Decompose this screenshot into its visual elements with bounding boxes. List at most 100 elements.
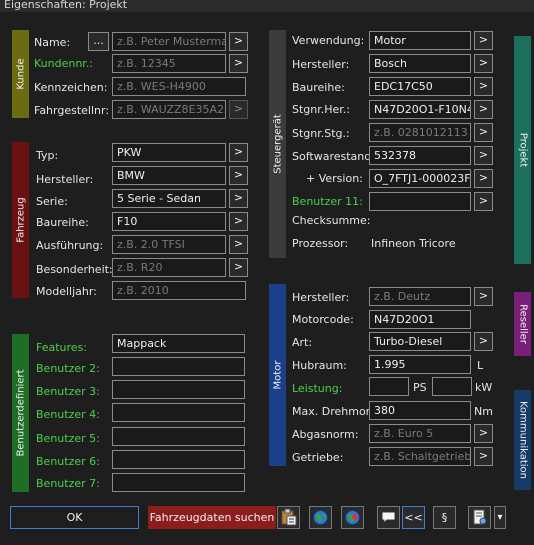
leistung-ps-field[interactable]	[369, 377, 409, 396]
speech-bubble-icon	[381, 511, 396, 525]
sg-baureihe-field[interactable]: EDC17C50	[369, 77, 471, 96]
section-motor-label: Motor	[272, 360, 283, 390]
section-motor: Motor	[269, 284, 286, 466]
hubraum-field[interactable]: 1.995	[369, 355, 471, 374]
sg-baureihe-label: Baureihe:	[292, 81, 345, 94]
benutzer3-field[interactable]	[112, 380, 245, 399]
softwarestand-field[interactable]: 532378	[369, 146, 471, 165]
stgnr-her-arrow-button[interactable]: >	[474, 100, 493, 119]
section-kunde: Kunde	[12, 30, 29, 118]
besonderheit-arrow-button[interactable]: >	[229, 258, 248, 277]
stgnr-stg-arrow-button[interactable]: >	[474, 123, 493, 142]
abgasnorm-field[interactable]: z.B. Euro 5	[369, 424, 471, 443]
name-dots-button[interactable]: ...	[88, 32, 109, 51]
kundennr-field[interactable]: z.B. 12345	[112, 54, 226, 73]
softwarestand-label: Softwarestand:	[292, 150, 375, 163]
benutzer4-field[interactable]	[112, 403, 245, 422]
section-benutzerdefiniert-label: Benutzerdefiniert	[15, 369, 26, 457]
section-projekt[interactable]: Projekt	[514, 36, 531, 264]
benutzer2-label: Benutzer 2:	[36, 362, 100, 375]
drehmom-field[interactable]: 380	[369, 401, 471, 420]
fahrgestellnr-field[interactable]: z.B. WAUZZ8E35A235	[112, 100, 226, 119]
name-arrow-button[interactable]: >	[229, 32, 248, 51]
motorcode-label: Motorcode:	[292, 313, 354, 326]
section-reseller-label: Reseller	[517, 304, 528, 344]
serie-arrow-button[interactable]: >	[229, 189, 248, 208]
fahrzeug-hersteller-label: Hersteller:	[36, 173, 94, 186]
typ-arrow-button[interactable]: >	[229, 143, 248, 162]
globe-upload-button[interactable]	[341, 506, 364, 529]
benutzer5-field[interactable]	[112, 427, 245, 446]
serie-field[interactable]: 5 Serie - Sedan	[112, 189, 226, 208]
fahrzeugdaten-suchen-button[interactable]: Fahrzeugdaten suchen	[148, 506, 276, 529]
stgnr-her-label: Stgnr.Her.:	[292, 103, 351, 116]
benutzer7-field[interactable]	[112, 473, 245, 492]
getriebe-field[interactable]: z.B. Schaltgetriebe	[369, 447, 471, 466]
stgnr-her-field[interactable]: N47D20O1-F10N47O	[369, 100, 471, 119]
abgasnorm-arrow-button[interactable]: >	[474, 424, 493, 443]
benutzer6-field[interactable]	[112, 450, 245, 469]
benutzer11-field[interactable]	[369, 192, 471, 211]
checksumme-label: Checksumme:	[292, 214, 371, 227]
features-field[interactable]: Mappack	[112, 334, 245, 353]
document-gear-icon	[473, 509, 487, 525]
document-settings-button[interactable]	[468, 506, 491, 529]
benutzer2-field[interactable]	[112, 357, 245, 376]
paragraph-button[interactable]: §	[433, 506, 456, 529]
besonderheit-label: Besonderheit:	[36, 263, 113, 276]
fahrzeug-baureihe-arrow-button[interactable]: >	[229, 212, 248, 231]
softwarestand-arrow-button[interactable]: >	[474, 146, 493, 165]
leistung-label: Leistung:	[292, 382, 343, 395]
kennzeichen-label: Kennzeichen:	[34, 81, 108, 94]
fahrgestellnr-label: Fahrgestellnr:	[34, 104, 110, 117]
name-field[interactable]: z.B. Peter Mustermann	[112, 32, 226, 51]
section-reseller[interactable]: Reseller	[514, 292, 531, 356]
benutzer11-arrow-button[interactable]: >	[474, 192, 493, 211]
motor-hersteller-field[interactable]: z.B. Deutz	[369, 287, 471, 306]
sg-hersteller-label: Hersteller:	[292, 58, 350, 71]
motor-hersteller-arrow-button[interactable]: >	[474, 287, 493, 306]
stgnr-stg-field[interactable]: z.B. 0281012113	[369, 123, 471, 142]
verwendung-field[interactable]: Motor	[369, 31, 471, 50]
typ-field[interactable]: PKW	[112, 143, 226, 162]
globe-search-button[interactable]	[309, 506, 332, 529]
fahrzeug-hersteller-field[interactable]: BMW	[112, 166, 226, 185]
version-arrow-button[interactable]: >	[474, 169, 493, 188]
drehmom-unit: Nm	[474, 405, 493, 418]
kennzeichen-field[interactable]: z.B. WES-H4900	[112, 77, 246, 96]
serie-label: Serie:	[36, 195, 68, 208]
verwendung-arrow-button[interactable]: >	[474, 31, 493, 50]
typ-label: Typ:	[36, 149, 59, 162]
version-label: + Version:	[306, 172, 363, 185]
document-settings-dropdown[interactable]: ▾	[494, 506, 506, 529]
motorcode-field[interactable]: N47D20O1	[369, 310, 471, 329]
leistung-kw-field[interactable]	[432, 377, 472, 396]
section-kommunikation[interactable]: Kommunikation	[514, 390, 531, 490]
kundennr-arrow-button[interactable]: >	[229, 54, 248, 73]
ausfuehrung-arrow-button[interactable]: >	[229, 235, 248, 254]
sg-hersteller-field[interactable]: Bosch	[369, 54, 471, 73]
ausfuehrung-field[interactable]: z.B. 2.0 TFSI	[112, 235, 226, 254]
sg-hersteller-arrow-button[interactable]: >	[474, 54, 493, 73]
modelljahr-field[interactable]: z.B. 2010	[112, 281, 246, 300]
sg-baureihe-arrow-button[interactable]: >	[474, 77, 493, 96]
besonderheit-field[interactable]: z.B. R20	[112, 258, 226, 277]
fahrgestellnr-arrow-button[interactable]: >	[229, 100, 248, 119]
prozessor-value: Infineon Tricore	[371, 237, 456, 250]
clipboard-paste-button[interactable]	[277, 506, 300, 529]
kundennr-label: Kundennr.:	[34, 57, 94, 70]
window-title: Eigenschaften: Projekt	[0, 0, 534, 12]
version-field[interactable]: O_7FTJ1-000023FE	[369, 169, 471, 188]
motor-hersteller-label: Hersteller:	[292, 291, 350, 304]
clipboard-icon	[281, 508, 297, 526]
comment-button[interactable]	[377, 506, 400, 529]
ok-button[interactable]: OK	[10, 506, 139, 529]
getriebe-arrow-button[interactable]: >	[474, 447, 493, 466]
fahrzeug-baureihe-field[interactable]: F10	[112, 212, 226, 231]
fahrzeug-hersteller-arrow-button[interactable]: >	[229, 166, 248, 185]
modelljahr-label: Modelljahr:	[36, 285, 97, 298]
collapse-button[interactable]: <<	[402, 506, 425, 529]
art-field[interactable]: Turbo-Diesel	[369, 332, 471, 351]
section-fahrzeug-label: Fahrzeug	[15, 197, 26, 243]
art-arrow-button[interactable]: >	[474, 332, 493, 351]
